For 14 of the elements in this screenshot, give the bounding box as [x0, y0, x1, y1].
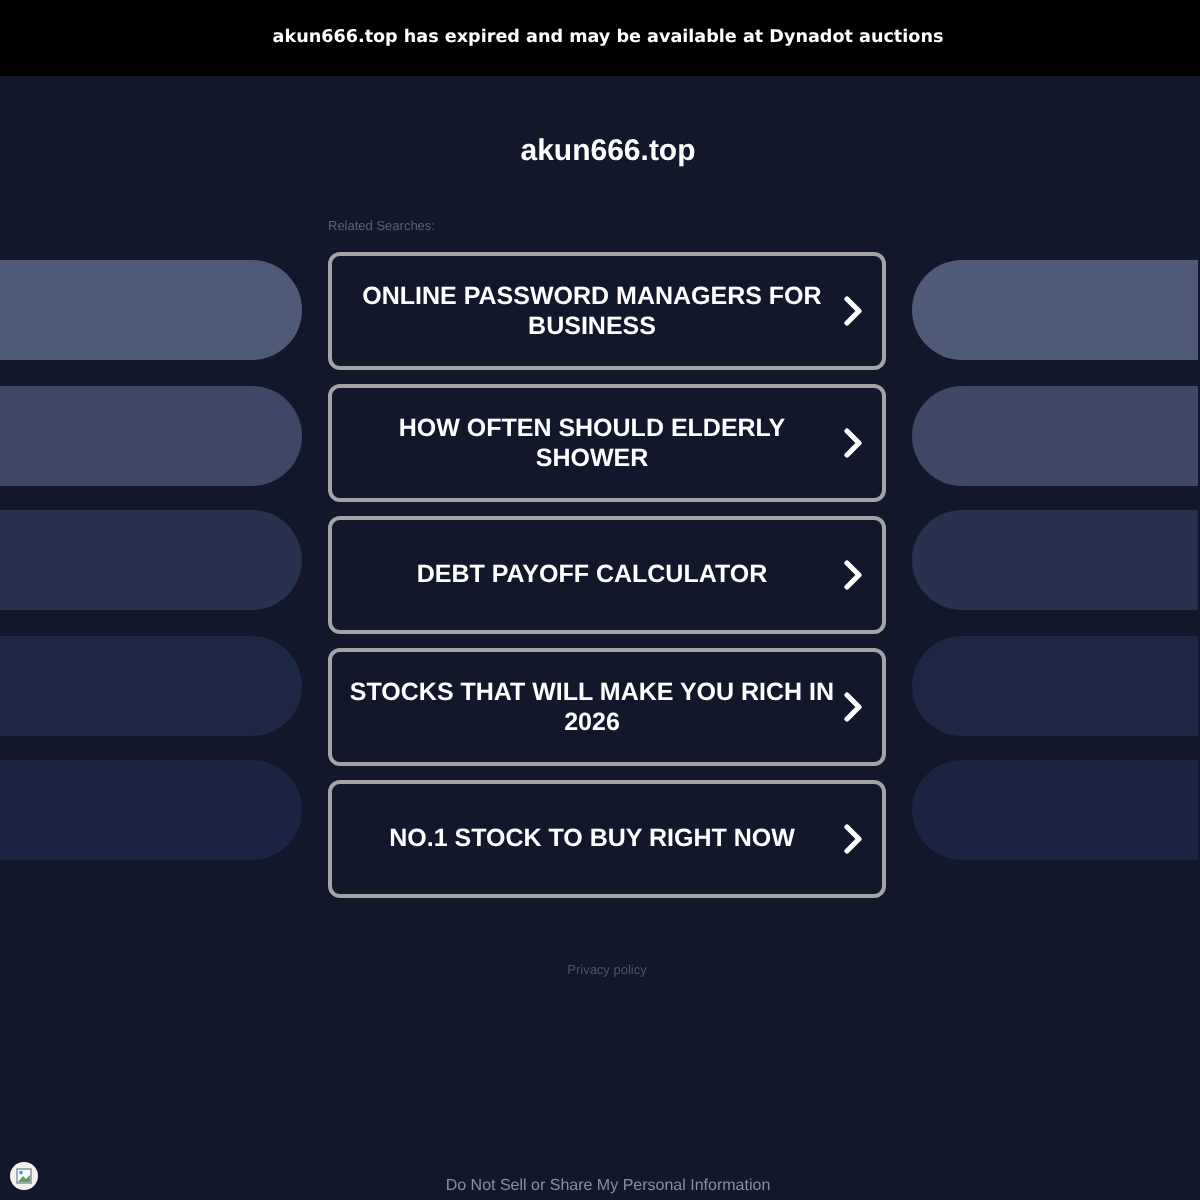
chevron-right-icon	[844, 296, 862, 326]
chevron-right-icon	[844, 428, 862, 458]
related-search-link[interactable]: STOCKS THAT WILL MAKE YOU RICH IN 2026	[328, 648, 886, 766]
domain-title: akun666.top	[518, 134, 696, 170]
banner-text: akun666.top has expired and may be available at Dynadot auctions	[272, 26, 944, 50]
chevron-right-icon	[844, 824, 862, 854]
related-search-link[interactable]: NO.1 STOCK TO BUY RIGHT NOW	[328, 780, 886, 898]
related-search-link[interactable]: ONLINE PASSWORD MANAGERS FOR BUSINESS	[328, 252, 886, 370]
broken-image-icon	[10, 1162, 38, 1190]
chevron-right-icon	[844, 560, 862, 590]
related-search-link[interactable]: DEBT PAYOFF CALCULATOR	[328, 516, 886, 634]
do-not-sell-link[interactable]: Do Not Sell or Share My Personal Information	[429, 1176, 771, 1196]
related-search-link[interactable]: HOW OFTEN SHOULD ELDERLY SHOWER	[328, 384, 886, 502]
chevron-right-icon	[844, 692, 862, 722]
